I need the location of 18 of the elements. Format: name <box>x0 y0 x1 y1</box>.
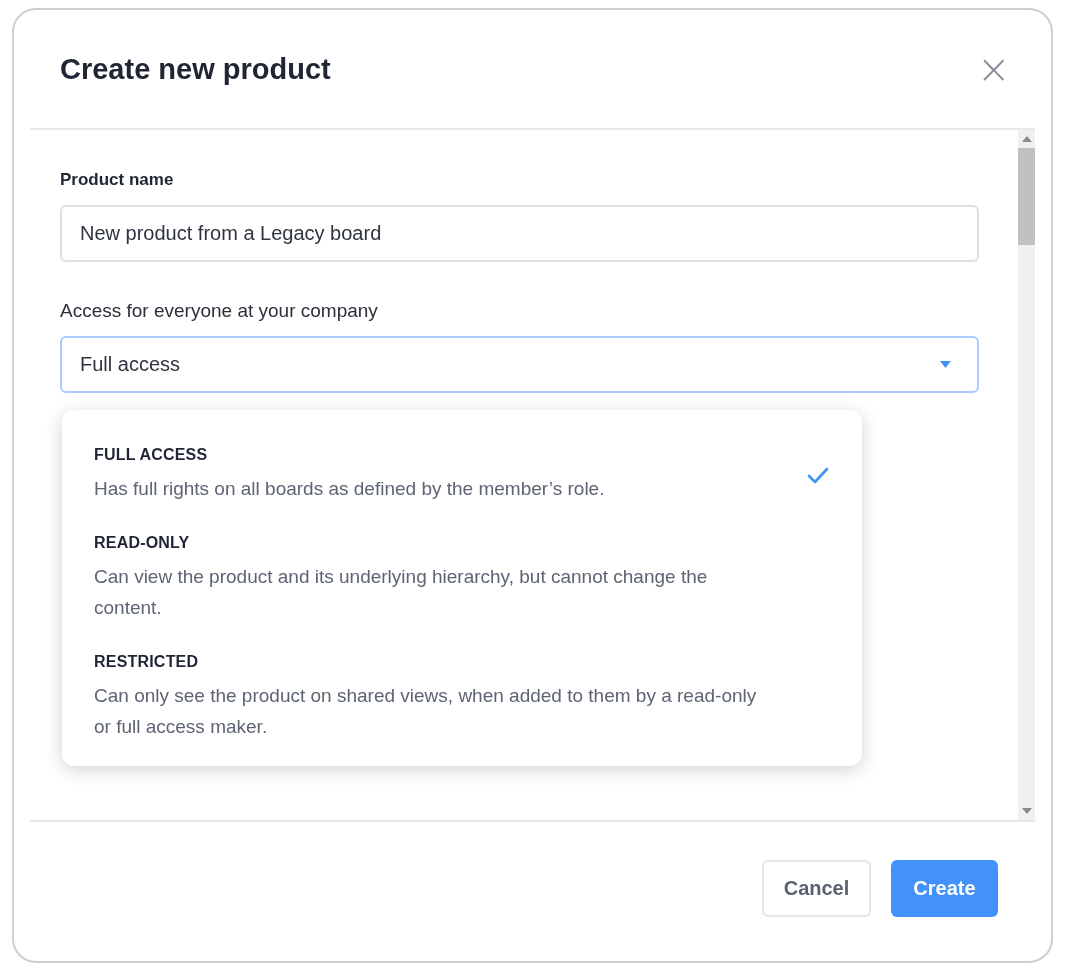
field-label: Access for everyone at your company <box>60 300 378 322</box>
option-title: RESTRICTED <box>94 653 199 671</box>
dropdown-option[interactable]: FULL ACCESS Has full rights on all boards as defined by the member’s role. <box>62 446 862 504</box>
option-description: Can view the product and its underlying hierarchy, but cannot change the content. <box>94 565 709 620</box>
caret-icon <box>940 361 951 368</box>
dialog-title: Create new product <box>60 52 331 86</box>
access-dropdown[interactable]: Full access <box>60 336 979 393</box>
scrollbar[interactable] <box>1018 130 1035 820</box>
option-title: READ-ONLY <box>94 534 190 552</box>
option-description: Has full rights on all boards as defined by the member’s role. <box>94 477 606 501</box>
cancel-button[interactable]: Cancel <box>762 860 871 917</box>
field-label: Product name <box>60 170 174 190</box>
checkmark-icon <box>806 466 830 486</box>
dropdown-option[interactable]: RESTRICTED Can only see the product on shared views, when added to them by a read-only or full access maker. <box>62 653 862 742</box>
product-name-field[interactable]: New product from a Legacy board <box>60 205 979 262</box>
option-title: FULL ACCESS <box>94 446 208 464</box>
option-description: Can only see the product on shared views, when added to them by a read-only or full access maker. <box>94 684 758 739</box>
dropdown-option[interactable]: READ-ONLY Can view the product and its underlying hierarchy, but cannot change the content. <box>62 534 862 623</box>
